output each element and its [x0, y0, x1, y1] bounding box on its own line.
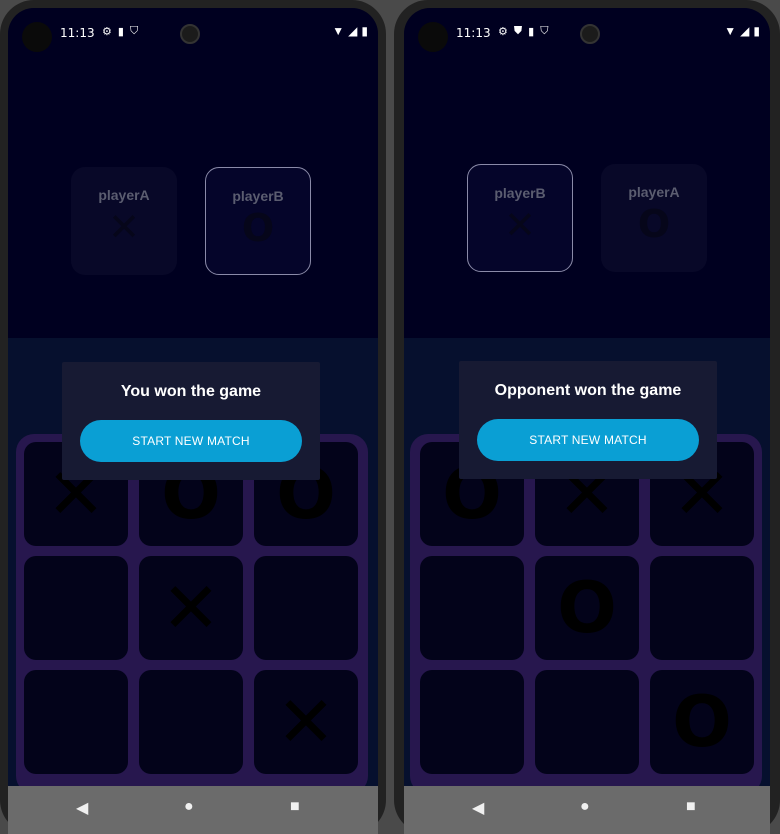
player-name: playerA	[628, 184, 680, 200]
navigation-bar: ◀ ● ■	[8, 786, 378, 834]
shield-icon: ⛊	[513, 25, 523, 37]
back-icon[interactable]: ◀	[472, 798, 484, 818]
left-screen: 11:13 ⚙ ▮ ⛉ ▼ ◢ ▮ playerA ✕ playerB O ✕ …	[8, 8, 378, 834]
player-card-b: playerB O	[205, 167, 311, 275]
sim-card-icon: ▮	[117, 26, 124, 38]
signal-icon: ◢	[348, 24, 358, 38]
battery-icon: ▮	[361, 24, 368, 38]
board-cell[interactable]	[420, 670, 524, 774]
wifi-icon: ▼	[724, 24, 737, 38]
front-camera-icon	[580, 24, 600, 44]
player-name: playerB	[232, 188, 284, 204]
left-phone: 11:13 ⚙ ▮ ⛉ ▼ ◢ ▮ playerA ✕ playerB O ✕ …	[0, 0, 386, 834]
start-new-match-button[interactable]: START NEW MATCH	[477, 419, 699, 461]
sim-card-icon: ▮	[528, 26, 535, 38]
result-message: Opponent won the game	[494, 382, 682, 399]
wifi-icon: ▼	[332, 24, 345, 38]
gear-icon: ⚙	[498, 26, 508, 38]
player-card-a: playerA O	[601, 164, 707, 272]
player-mark: O	[241, 206, 275, 250]
board-cell[interactable]	[535, 670, 639, 774]
right-screen: 11:13 ⚙ ⛊ ▮ ⛉ ▼ ◢ ▮ playerB ✕ playerA O …	[404, 8, 770, 834]
camera-cutout	[418, 22, 448, 52]
status-time: 11:13	[60, 26, 95, 40]
status-time: 11:13	[456, 26, 491, 40]
front-camera-icon	[180, 24, 200, 44]
gear-icon: ⚙	[102, 26, 112, 38]
shield-icon: ⛉	[540, 25, 549, 37]
right-phone: 11:13 ⚙ ⛊ ▮ ⛉ ▼ ◢ ▮ playerB ✕ playerA O …	[394, 0, 780, 834]
signal-icon: ◢	[740, 24, 750, 38]
board-cell[interactable]	[139, 670, 243, 774]
battery-icon: ▮	[753, 24, 760, 38]
camera-cutout	[22, 22, 52, 52]
player-name: playerA	[98, 187, 150, 203]
back-icon[interactable]: ◀	[76, 798, 88, 818]
status-bar: 11:13 ⚙ ▮ ⛉ ▼ ◢ ▮	[8, 8, 378, 60]
board-cell[interactable]	[650, 556, 754, 660]
board-cell[interactable]	[420, 556, 524, 660]
board-cell[interactable]: ✕	[254, 670, 358, 774]
board-cell[interactable]	[24, 670, 128, 774]
game-board: ✕ O O ✕ ✕	[16, 434, 368, 794]
player-mark: ✕	[108, 205, 140, 249]
player-mark: O	[637, 202, 671, 246]
home-icon[interactable]: ●	[580, 798, 590, 816]
result-dialog: You won the game START NEW MATCH	[62, 362, 320, 480]
player-mark: ✕	[504, 203, 536, 247]
board-cell[interactable]: O	[650, 670, 754, 774]
start-new-match-button[interactable]: START NEW MATCH	[80, 420, 302, 462]
game-board: O ✕ ✕ O O	[410, 434, 762, 794]
player-name: playerB	[494, 185, 546, 201]
result-dialog: Opponent won the game START NEW MATCH	[459, 361, 717, 479]
home-icon[interactable]: ●	[184, 798, 194, 816]
shield-icon: ⛉	[129, 25, 139, 37]
recents-icon[interactable]: ■	[290, 798, 300, 816]
recents-icon[interactable]: ■	[686, 798, 696, 816]
status-bar: 11:13 ⚙ ⛊ ▮ ⛉ ▼ ◢ ▮	[404, 8, 770, 60]
board-cell[interactable]	[254, 556, 358, 660]
board-cell[interactable]: ✕	[139, 556, 243, 660]
player-card-b: playerB ✕	[467, 164, 573, 272]
board-cell[interactable]	[24, 556, 128, 660]
player-card-a: playerA ✕	[71, 167, 177, 275]
board-cell[interactable]: O	[535, 556, 639, 660]
result-message: You won the game	[120, 383, 262, 400]
navigation-bar: ◀ ● ■	[404, 786, 770, 834]
